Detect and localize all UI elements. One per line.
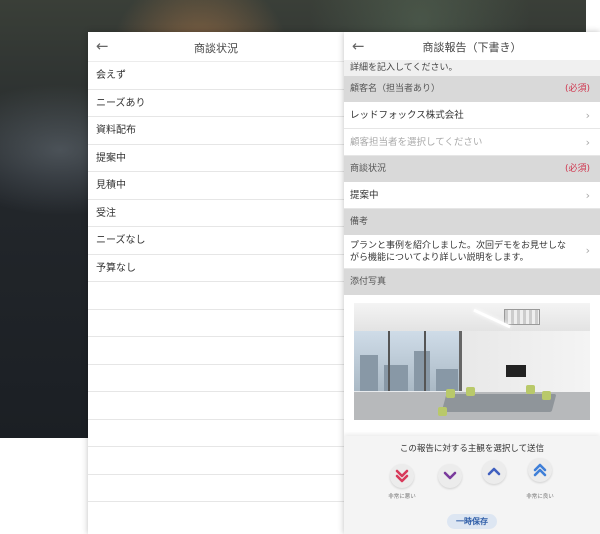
status-section-label: 商談状況 — [350, 164, 387, 174]
empty-row — [88, 392, 344, 420]
customer-section-header: 顧客名（担当者あり） (必須) — [344, 76, 600, 102]
status-option-quoting[interactable]: 見積中 — [88, 172, 344, 200]
empty-row — [88, 282, 344, 310]
status-option-aezu[interactable]: 会えず — [88, 62, 344, 90]
double-chevron-up-icon — [533, 463, 547, 477]
status-option-ordered[interactable]: 受注 — [88, 200, 344, 227]
photo-chair — [438, 407, 447, 416]
sentiment-panel-title: この報告に対する主観を選択して送信 — [399, 444, 545, 454]
photo-window-frame — [424, 331, 426, 391]
double-chevron-down-icon — [395, 469, 409, 483]
status-screen-header: ← 商談状況 — [88, 32, 344, 62]
empty-row — [88, 365, 344, 392]
report-draft-screen: ← 商談報告（下書き） 詳細を記入してください。 顧客名（担当者あり） (必須)… — [344, 32, 600, 534]
status-option-materials[interactable]: 資料配布 — [88, 117, 344, 145]
very-good-label: 非常に良い — [526, 494, 554, 500]
remarks-section-header: 備考 — [344, 209, 600, 235]
photo-window — [354, 331, 462, 391]
sentiment-panel: この報告に対する主観を選択して送信 非常に悪い 非常に良い 一時保存 — [344, 436, 600, 534]
status-select-screen: ← 商談状況 会えず ニーズあり 資料配布 提案中 見積中 受注 ニーズなし 予… — [88, 32, 344, 534]
status-option-needs-no[interactable]: ニーズなし — [88, 227, 344, 255]
instruction-text: 詳細を記入してください。 — [344, 60, 600, 76]
required-badge: (必須) — [564, 84, 590, 94]
photo-ceiling-vent — [504, 309, 540, 325]
report-screen-title: 商談報告（下書き） — [422, 41, 522, 54]
status-option-proposing[interactable]: 提案中 — [88, 145, 344, 172]
empty-row — [88, 420, 344, 447]
photo-table — [441, 394, 557, 412]
photo-chair — [466, 387, 475, 396]
chevron-right-icon: › — [585, 244, 590, 257]
empty-row — [88, 447, 344, 475]
photo-chair — [446, 389, 455, 398]
photo-section-header: 添付写真 — [344, 269, 600, 295]
remarks-line-2: がら機能についてより詳しい説明をします。 — [350, 253, 529, 263]
chevron-right-icon: › — [585, 109, 590, 122]
status-list: 会えず ニーズあり 資料配布 提案中 見積中 受注 ニーズなし 予算なし — [88, 62, 344, 502]
photo-window-frame — [388, 331, 390, 391]
chevron-right-icon: › — [585, 136, 590, 149]
photo-building — [436, 369, 458, 391]
report-screen-header: ← 商談報告（下書き） — [344, 32, 600, 60]
photo-chair — [526, 385, 535, 394]
empty-row — [88, 475, 344, 502]
very-bad-label: 非常に悪い — [388, 494, 416, 500]
status-field[interactable]: 提案中 › — [344, 182, 600, 209]
save-draft-button[interactable]: 一時保存 — [447, 514, 497, 529]
photo-building — [360, 355, 378, 391]
status-option-no-budget[interactable]: 予算なし — [88, 255, 344, 282]
chevron-right-icon: › — [585, 189, 590, 202]
remarks-section-label: 備考 — [350, 217, 369, 227]
required-badge: (必須) — [564, 164, 590, 174]
rate-bad-button[interactable] — [438, 464, 462, 488]
rate-good-button[interactable] — [482, 460, 506, 484]
chevron-down-icon — [443, 471, 457, 480]
status-screen-title: 商談状況 — [194, 42, 238, 55]
attached-photo[interactable] — [354, 303, 590, 420]
chevron-up-icon — [487, 467, 501, 476]
status-section-header: 商談状況 (必須) — [344, 156, 600, 182]
photo-building — [414, 351, 430, 391]
photo-monitor — [506, 365, 526, 377]
rate-very-bad-button[interactable] — [390, 464, 414, 488]
customer-contact-placeholder: 顧客担当者を選択してください — [350, 137, 483, 148]
empty-row — [88, 310, 344, 337]
remarks-line-1: プランと事例を紹介しました。次回デモをお見せしな — [350, 241, 567, 251]
status-option-needs-yes[interactable]: ニーズあり — [88, 90, 344, 117]
customer-name-value: レッドフォックス株式会社 — [350, 110, 464, 121]
status-value: 提案中 — [350, 190, 379, 201]
remarks-field[interactable]: プランと事例を紹介しました。次回デモをお見せしな がら機能についてより詳しい説明… — [344, 235, 600, 269]
sentiment-buttons: 非常に悪い 非常に良い — [344, 458, 600, 506]
photo-section-label: 添付写真 — [350, 277, 387, 287]
empty-row — [88, 337, 344, 365]
photo-chair — [542, 391, 551, 400]
photo-ceiling — [354, 303, 590, 333]
customer-contact-field[interactable]: 顧客担当者を選択してください › — [344, 129, 600, 156]
customer-section-label: 顧客名（担当者あり） — [350, 84, 441, 94]
rate-very-good-button[interactable] — [528, 458, 552, 482]
customer-name-field[interactable]: レッドフォックス株式会社 › — [344, 102, 600, 129]
